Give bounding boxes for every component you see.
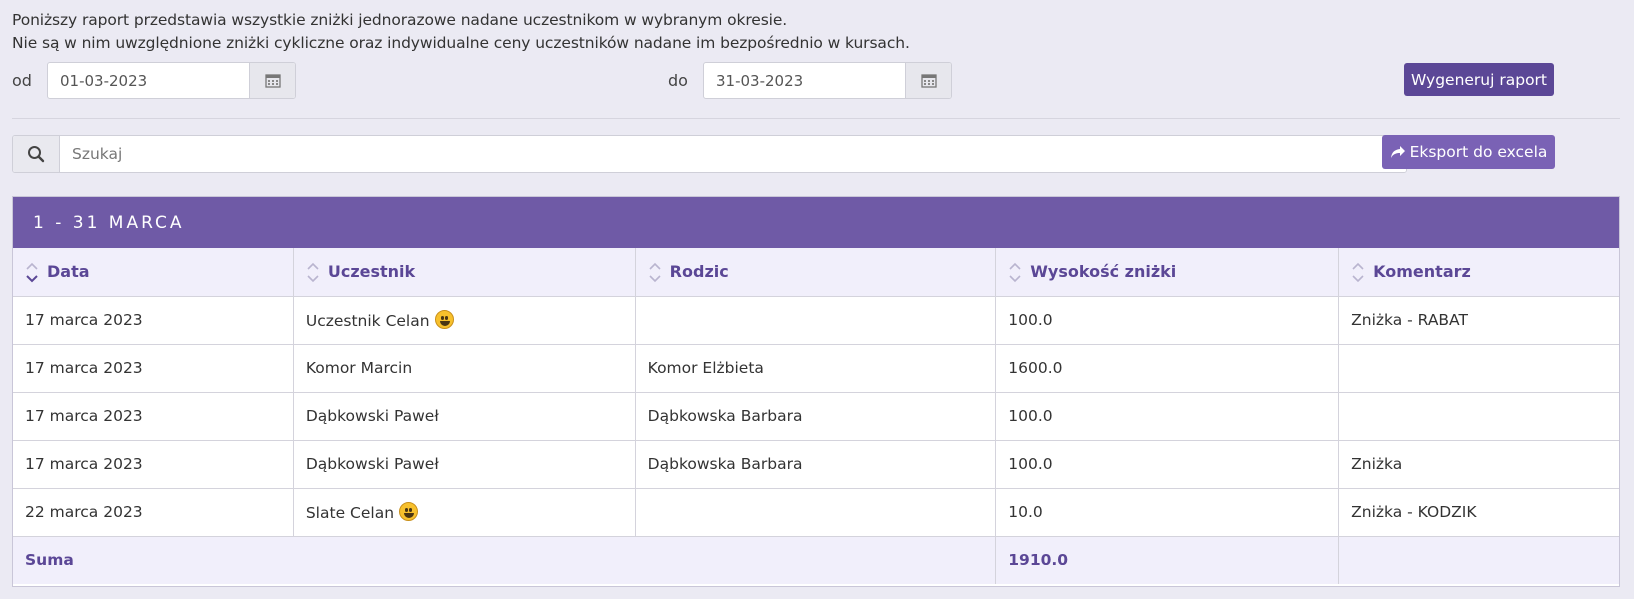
cell-amount: 100.0	[995, 296, 1340, 345]
export-excel-button[interactable]: Eksport do excela	[1382, 135, 1555, 169]
cell-amount: 100.0	[995, 392, 1340, 441]
report-panel: 1 - 31 MARCA Data Uczestnik Rodzic Wysok…	[12, 196, 1620, 587]
calendar-icon	[920, 74, 937, 88]
sort-icon	[1009, 262, 1021, 282]
column-header-date[interactable]: Data	[13, 248, 294, 297]
cell-parent: Komor Elżbieta	[635, 344, 997, 393]
footer-empty-cell	[1338, 536, 1619, 584]
sort-desc-icon	[26, 262, 38, 283]
cell-participant: Uczestnik Celan	[293, 296, 636, 345]
cell-parent: Dąbkowska Barbara	[635, 440, 997, 489]
cell-amount: 10.0	[995, 488, 1340, 537]
table-row: 17 marca 2023 Komor Marcin Komor Elżbiet…	[13, 344, 1619, 393]
from-date-field[interactable]: 01-03-2023	[47, 62, 296, 99]
to-date-field[interactable]: 31-03-2023	[703, 62, 952, 99]
column-label: Wysokość zniżki	[1030, 262, 1177, 282]
cell-parent	[635, 296, 997, 345]
participant-name: Uczestnik Celan	[305, 312, 430, 330]
export-label: Eksport do excela	[1409, 143, 1548, 161]
column-header-comment[interactable]: Komentarz	[1338, 248, 1619, 297]
column-label: Uczestnik	[327, 262, 416, 282]
table-footer-row: Suma 1910.0	[13, 536, 1619, 584]
to-date-calendar-button[interactable]	[905, 63, 951, 98]
sort-icon	[649, 262, 661, 282]
cell-parent: Dąbkowska Barbara	[635, 392, 997, 441]
sort-icon	[1352, 262, 1364, 282]
cell-comment: Zniżka - RABAT	[1338, 296, 1619, 345]
cell-date: 17 marca 2023	[13, 440, 294, 489]
cell-comment: Zniżka	[1338, 440, 1619, 489]
discounts-table: Data Uczestnik Rodzic Wysokość zniżki Ko…	[13, 248, 1619, 584]
report-description: Poniższy raport przedstawia wszystkie zn…	[12, 9, 910, 55]
column-label: Data	[47, 262, 90, 282]
description-line-2: Nie są w nim uwzględnione zniżki cyklicz…	[12, 34, 910, 52]
table-row: 22 marca 2023 Slate Celan 10.0 Zniżka - …	[13, 488, 1619, 537]
column-header-participant[interactable]: Uczestnik	[293, 248, 636, 297]
cell-parent	[635, 488, 997, 537]
cell-date: 17 marca 2023	[13, 344, 294, 393]
calendar-icon	[264, 74, 281, 88]
table-row: 17 marca 2023 Dąbkowski Paweł Dąbkowska …	[13, 440, 1619, 489]
cell-amount: 1600.0	[995, 344, 1340, 393]
table-row: 17 marca 2023 Dąbkowski Paweł Dąbkowska …	[13, 392, 1619, 441]
cell-amount: 100.0	[995, 440, 1340, 489]
sum-total: 1910.0	[995, 536, 1340, 584]
cell-participant: Komor Marcin	[293, 344, 636, 393]
sum-label: Suma	[13, 536, 997, 584]
table-header-row: Data Uczestnik Rodzic Wysokość zniżki Ko…	[13, 248, 1619, 297]
column-label: Komentarz	[1373, 262, 1471, 282]
smiley-emoji-icon	[434, 310, 454, 329]
from-label: od	[12, 71, 32, 90]
report-period-title: 1 - 31 MARCA	[13, 197, 1619, 248]
cell-participant: Slate Celan	[293, 488, 636, 537]
search-input[interactable]	[60, 136, 1406, 172]
divider	[12, 118, 1620, 119]
cell-date: 17 marca 2023	[13, 392, 294, 441]
search-icon-box[interactable]	[13, 136, 60, 172]
search-bar[interactable]	[12, 135, 1407, 173]
cell-participant: Dąbkowski Paweł	[293, 392, 636, 441]
generate-report-button[interactable]: Wygeneruj raport	[1404, 63, 1554, 96]
to-date-input[interactable]: 31-03-2023	[704, 63, 905, 98]
cell-comment	[1338, 344, 1619, 393]
column-label: Rodzic	[669, 262, 729, 282]
column-header-parent[interactable]: Rodzic	[635, 248, 997, 297]
cell-participant: Dąbkowski Paweł	[293, 440, 636, 489]
search-icon	[28, 146, 45, 163]
share-icon	[1390, 146, 1405, 158]
from-date-input[interactable]: 01-03-2023	[48, 63, 249, 98]
sort-icon	[307, 262, 319, 282]
participant-name: Slate Celan	[305, 504, 395, 522]
cell-date: 17 marca 2023	[13, 296, 294, 345]
smiley-emoji-icon	[399, 502, 419, 521]
cell-date: 22 marca 2023	[13, 488, 294, 537]
to-label: do	[668, 71, 688, 90]
description-line-1: Poniższy raport przedstawia wszystkie zn…	[12, 11, 788, 29]
cell-comment	[1338, 392, 1619, 441]
cell-comment: Zniżka - KODZIK	[1338, 488, 1619, 537]
from-date-calendar-button[interactable]	[249, 63, 295, 98]
column-header-amount[interactable]: Wysokość zniżki	[995, 248, 1340, 297]
table-row: 17 marca 2023 Uczestnik Celan 100.0 Zniż…	[13, 296, 1619, 345]
